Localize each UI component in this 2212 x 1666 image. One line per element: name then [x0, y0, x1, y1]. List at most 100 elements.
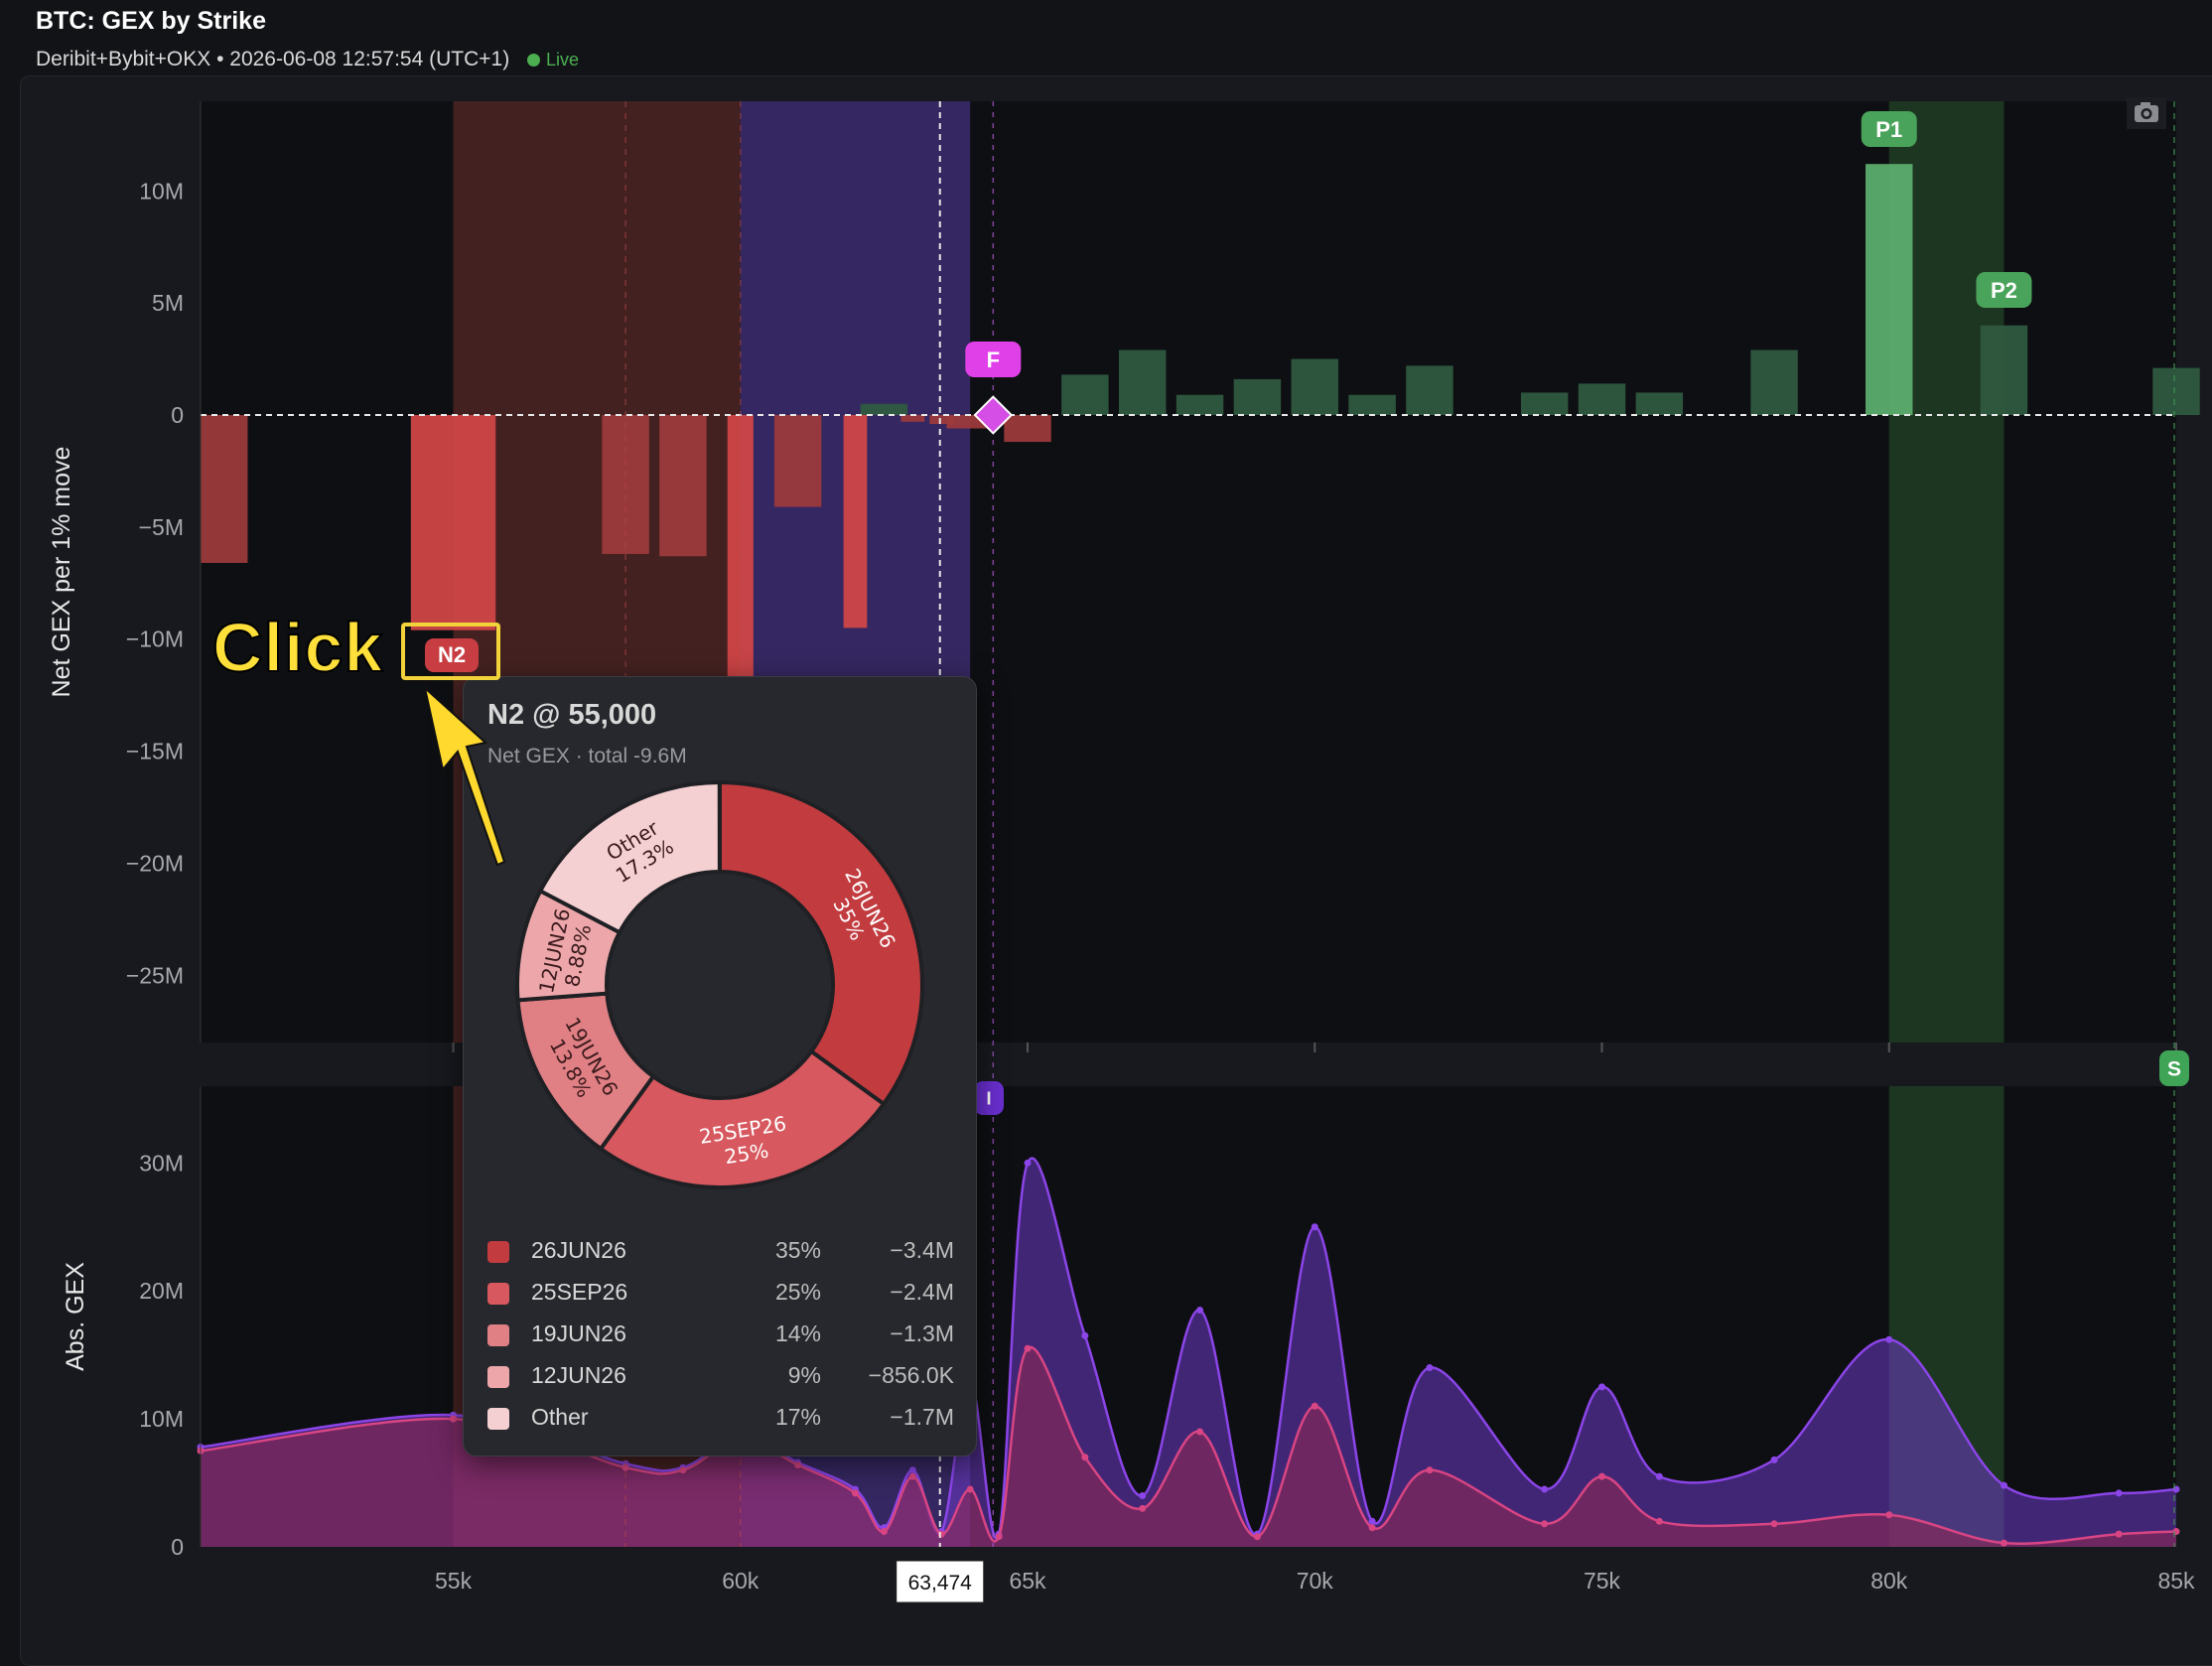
gex-bar	[843, 415, 868, 628]
legend-value: −1.7M	[890, 1404, 954, 1430]
abs-gex-point	[1253, 1533, 1261, 1541]
legend-value: −2.4M	[890, 1279, 954, 1305]
strike-breakdown-tooltip: N2 @ 55,000 Net GEX · total -9.6M 26JUN2…	[463, 676, 977, 1457]
gex-bar	[1348, 394, 1396, 415]
legend-percent: 35%	[774, 1237, 821, 1263]
legend-row: 19JUN26 14% −1.3M	[487, 1317, 954, 1358]
flip-marker-label: F	[987, 347, 1000, 372]
abs-y-tick-label: 30M	[139, 1150, 184, 1176]
legend-swatch	[487, 1408, 509, 1430]
abs-gex-point	[1598, 1383, 1606, 1391]
abs-gex-point	[1196, 1307, 1204, 1315]
legend-percent: 9%	[787, 1362, 821, 1388]
net-y-tick-label: −10M	[126, 626, 184, 652]
legend-row: 26JUN26 35% −3.4M	[487, 1233, 954, 1275]
x-tick-label: 85k	[2157, 1568, 2195, 1594]
gex-bar	[860, 403, 908, 415]
abs-y-tick-label: 0	[171, 1534, 184, 1560]
abs-gex-point	[1885, 1511, 1893, 1519]
gex-bar	[900, 415, 925, 422]
abs-gex-point	[1139, 1491, 1147, 1499]
abs-gex-point	[1368, 1517, 1376, 1525]
p1-marker-label: P1	[1875, 117, 1902, 142]
legend-swatch	[487, 1241, 509, 1263]
x-tick-label: 70k	[1297, 1568, 1334, 1594]
abs-y-tick-label: 20M	[139, 1278, 184, 1304]
expiry-donut-chart: 26JUN2635%25SEP2625%19JUN2613.8%12JUN268…	[515, 779, 924, 1189]
abs-gex-point	[851, 1489, 859, 1497]
legend-expiry: 25SEP26	[531, 1279, 628, 1305]
abs-gex-point	[995, 1533, 1003, 1541]
abs-gex-y-axis-label: Abs. GEX	[62, 1262, 89, 1371]
gex-bar	[1233, 378, 1282, 415]
abs-gex-point	[880, 1528, 888, 1536]
click-annotation: Click	[211, 608, 384, 687]
gex-bar	[1004, 415, 1051, 443]
abs-gex-point	[1770, 1456, 1778, 1463]
gex-bar	[1750, 349, 1798, 415]
legend-percent: 14%	[774, 1320, 821, 1346]
gex-bar	[1061, 374, 1109, 415]
abs-gex-point	[2000, 1481, 2007, 1489]
gex-bar	[2152, 367, 2200, 415]
legend-expiry: 26JUN26	[531, 1237, 626, 1263]
abs-gex-point	[794, 1461, 802, 1469]
gex-bar	[1291, 358, 1338, 415]
abs-gex-point	[1655, 1472, 1663, 1480]
legend-row: 25SEP26 25% −2.4M	[487, 1275, 954, 1317]
abs-gex-point	[1770, 1520, 1778, 1528]
gex-bar	[773, 415, 822, 507]
gex-bar	[201, 415, 248, 563]
abs-gex-point	[1368, 1524, 1376, 1532]
abs-gex-point	[1139, 1504, 1147, 1512]
x-tick-label: 65k	[1009, 1568, 1046, 1594]
legend-swatch	[487, 1324, 509, 1346]
abs-gex-point	[966, 1485, 974, 1493]
abs-gex-point	[1024, 1344, 1032, 1352]
abs-gex-point	[2115, 1489, 2123, 1497]
abs-gex-point	[1311, 1223, 1318, 1231]
abs-y-tick-label: 10M	[139, 1406, 184, 1432]
abs-gex-point	[1196, 1428, 1204, 1436]
legend-expiry: Other	[531, 1404, 589, 1430]
x-tick-label: 80k	[1870, 1568, 1908, 1594]
legend-row: Other 17% −1.7M	[487, 1400, 954, 1442]
n2-marker-badge[interactable]: N2	[425, 638, 479, 672]
abs-gex-point	[679, 1466, 687, 1474]
expiry-legend: 26JUN26 35% −3.4M 25SEP26 25% −2.4M 19JUN26 14%…	[487, 1233, 954, 1442]
tooltip-subtitle: Net GEX · total -9.6M	[487, 745, 687, 767]
legend-value: −1.3M	[890, 1320, 954, 1346]
abs-gex-point	[1426, 1466, 1434, 1474]
abs-gex-point	[1885, 1335, 1893, 1343]
net-y-tick-label: −15M	[126, 739, 184, 764]
gex-chart[interactable]: 10M 5M 0 −5M −10M −15M −20M −25M 0 10M 20M 30M 55k 60…	[0, 0, 2212, 1634]
abs-gex-point	[908, 1472, 916, 1480]
gex-bar	[1578, 383, 1626, 415]
gex-bar	[1119, 349, 1167, 415]
x-tick-label: 75k	[1584, 1568, 1621, 1594]
gex-bar	[1866, 164, 1913, 415]
legend-value: −3.4M	[890, 1237, 954, 1263]
gex-bar	[659, 415, 707, 557]
camera-icon[interactable]	[2125, 95, 2168, 131]
abs-gex-point	[1541, 1520, 1549, 1528]
legend-expiry: 19JUN26	[531, 1320, 626, 1346]
legend-swatch	[487, 1283, 509, 1305]
legend-percent: 17%	[774, 1404, 821, 1430]
abs-gex-point	[908, 1466, 916, 1474]
x-tick-label: 55k	[435, 1568, 473, 1594]
gex-bar	[410, 415, 496, 630]
abs-gex-point	[1598, 1472, 1606, 1480]
partial-marker-label: I	[986, 1088, 991, 1108]
net-y-tick-label: 5M	[152, 290, 184, 316]
abs-gex-point	[450, 1415, 458, 1423]
gex-bar	[1635, 392, 1684, 415]
legend-percent: 25%	[774, 1279, 821, 1305]
abs-gex-point	[1655, 1517, 1663, 1525]
gex-bar	[1980, 325, 2028, 415]
net-y-tick-label: −20M	[126, 850, 184, 876]
gex-bar	[1175, 394, 1224, 415]
net-y-tick-label: 10M	[139, 178, 184, 204]
abs-gex-point	[2000, 1539, 2007, 1547]
legend-expiry: 12JUN26	[531, 1362, 626, 1388]
